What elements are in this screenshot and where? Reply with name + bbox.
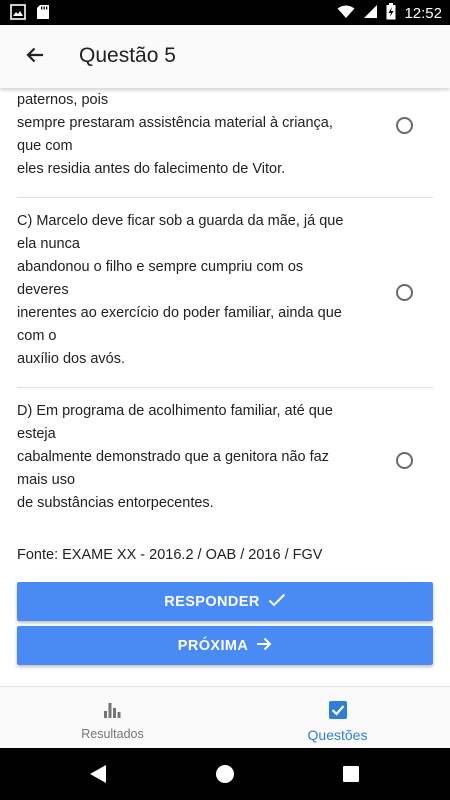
signal-icon [363,4,378,23]
arrow-back-icon [25,45,45,70]
image-icon [10,4,26,25]
next-button-label: PRÓXIMA [177,637,249,654]
recents-square-icon[interactable] [343,766,359,787]
arrow-forward-icon [256,636,272,656]
nav-questions-label: Questões [307,727,368,743]
clock: 12:52 [404,5,442,22]
divider [17,197,433,198]
answer-button[interactable]: RESPONDER [17,582,433,621]
question-content: paternos, pois sempre prestaram assistên… [0,88,450,686]
nav-questions[interactable]: Questões [225,687,450,749]
option-c-text[interactable]: C) Marcelo deve ficar sob a guarda da mã… [17,210,372,371]
home-circle-icon[interactable] [215,764,235,789]
option-d-radio[interactable] [396,452,413,469]
nav-results-label: Resultados [81,727,144,741]
check-icon [268,593,286,611]
page-title: Questão 5 [79,44,176,67]
option-b-text[interactable]: paternos, pois sempre prestaram assistên… [17,89,372,181]
back-triangle-icon[interactable] [89,764,107,789]
status-bar: 12:52 [0,0,450,25]
bottom-navigation: Resultados Questões [0,686,450,748]
sd-card-icon [36,4,50,25]
nav-results[interactable]: Resultados [0,687,225,749]
answer-button-label: RESPONDER [164,593,260,610]
option-c-radio[interactable] [396,284,413,301]
option-b-radio[interactable] [396,117,413,134]
option-d-text[interactable]: D) Em programa de acolhimento familiar, … [17,400,372,515]
checkbox-icon [328,699,348,721]
battery-charging-icon [386,3,396,24]
next-button[interactable]: PRÓXIMA [17,626,433,665]
back-button[interactable] [20,42,50,72]
bar-chart-icon [103,699,123,721]
app-bar: Questão 5 [0,25,450,88]
wifi-icon [337,5,355,23]
question-source: Fonte: EXAME XX - 2016.2 / OAB / 2016 / … [17,547,323,563]
system-navigation-bar [0,748,450,800]
divider [17,387,433,388]
